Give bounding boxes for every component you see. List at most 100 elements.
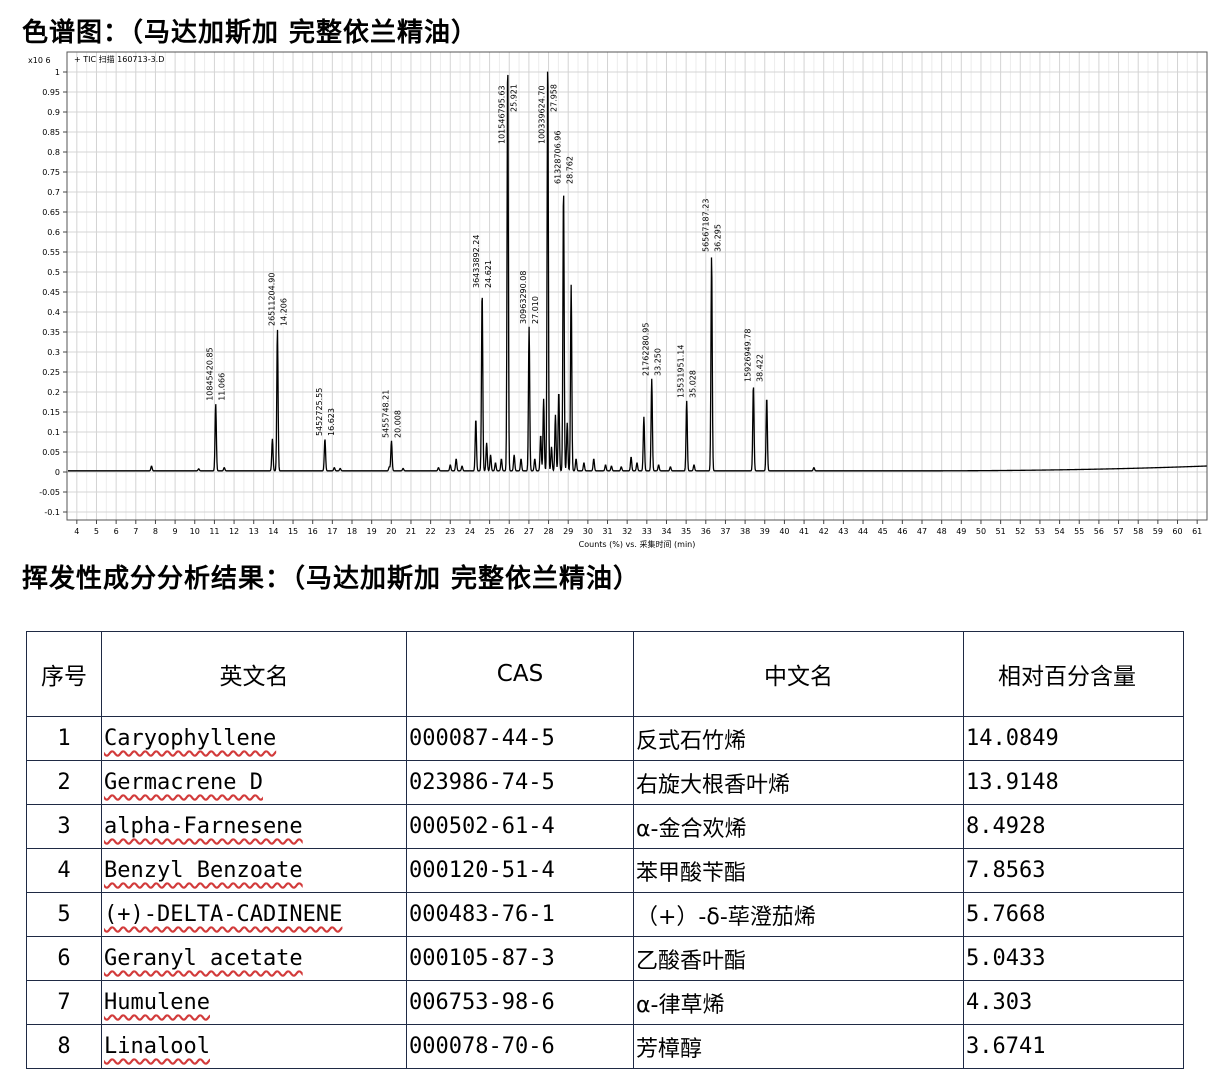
peak-rt-label: 11.066 bbox=[218, 373, 227, 401]
y-tick-label: -0.1 bbox=[44, 508, 60, 517]
peak-rt-label: 38.422 bbox=[755, 354, 764, 382]
x-tick-label: 48 bbox=[937, 527, 947, 536]
table-row: 7 Humulene 006753-98-6 α-律草烯 4.303 bbox=[26, 980, 1184, 1025]
peak-area-label: 10845420.85 bbox=[206, 347, 215, 400]
x-tick-label: 31 bbox=[602, 527, 612, 536]
x-tick-label: 11 bbox=[209, 527, 219, 536]
peak-rt-label: 35.028 bbox=[689, 370, 698, 398]
x-tick-label: 14 bbox=[268, 527, 278, 536]
y-tick-label: 0.25 bbox=[42, 368, 60, 377]
row-no: 6 bbox=[26, 936, 102, 981]
x-tick-label: 37 bbox=[720, 527, 730, 536]
peak-rt-label: 27.958 bbox=[550, 84, 559, 112]
y-tick-label: 0.45 bbox=[42, 288, 60, 297]
peak-rt-label: 27.010 bbox=[531, 296, 540, 324]
peak-area-label: 15926949.78 bbox=[743, 329, 752, 382]
row-cas: 000087-44-5 bbox=[406, 716, 634, 761]
row-english-name: Geranyl acetate bbox=[101, 936, 407, 981]
row-english-name: alpha-Farnesene bbox=[101, 804, 407, 849]
peak-annotation: 26511204.90 14.206 bbox=[267, 273, 288, 326]
row-relative-percent: 4.303 bbox=[963, 980, 1184, 1025]
row-relative-percent: 5.0433 bbox=[963, 936, 1184, 981]
peak-area-label: 61328706.96 bbox=[554, 131, 563, 184]
y-tick-label: 0.3 bbox=[47, 348, 60, 357]
x-tick-label: 54 bbox=[1054, 527, 1064, 536]
row-chinese-name: 芳樟醇 bbox=[633, 1024, 964, 1069]
x-tick-label: 25 bbox=[484, 527, 494, 536]
row-cas: 000078-70-6 bbox=[406, 1024, 634, 1069]
x-tick-label: 46 bbox=[897, 527, 907, 536]
y-tick-label: 0.95 bbox=[42, 88, 60, 97]
header-chinese-name: 中文名 bbox=[633, 631, 964, 717]
peak-annotation: 10845420.85 11.066 bbox=[206, 347, 227, 400]
peak-area-label: 56567187.23 bbox=[702, 199, 711, 252]
x-tick-label: 15 bbox=[288, 527, 298, 536]
x-axis: 4 5 6 7 8 9 10 11 12 13 14 15 16 17 18 19 20 21 22 23 24 25 26… bbox=[74, 520, 1202, 536]
x-tick-label: 19 bbox=[367, 527, 377, 536]
y-tick-label: 0.2 bbox=[47, 388, 60, 397]
x-tick-label: 40 bbox=[779, 527, 789, 536]
x-tick-label: 60 bbox=[1172, 527, 1182, 536]
row-chinese-name: 右旋大根香叶烯 bbox=[633, 760, 964, 805]
table-row: 8 Linalool 000078-70-6 芳樟醇 3.6741 bbox=[26, 1024, 1184, 1069]
peak-area-label: 5455748.21 bbox=[381, 390, 390, 438]
row-no: 7 bbox=[26, 980, 102, 1025]
table-row: 5 (+)-DELTA-CADINENE 000483-76-1 （+）-δ-荜澄茄烯… bbox=[26, 892, 1184, 937]
peak-annotation: 21762280.95 33.250 bbox=[642, 323, 663, 376]
x-tick-label: 13 bbox=[249, 527, 259, 536]
x-tick-label: 43 bbox=[838, 527, 848, 536]
row-chinese-name: α-律草烯 bbox=[633, 980, 964, 1025]
row-relative-percent: 3.6741 bbox=[963, 1024, 1184, 1069]
x-tick-label: 7 bbox=[133, 527, 138, 536]
row-relative-percent: 5.7668 bbox=[963, 892, 1184, 937]
x-tick-label: 41 bbox=[799, 527, 809, 536]
row-english-name: Germacrene D bbox=[101, 760, 407, 805]
peak-rt-label: 25.921 bbox=[510, 84, 519, 112]
x-tick-label: 23 bbox=[445, 527, 455, 536]
row-english-name: Linalool bbox=[101, 1024, 407, 1069]
peak-annotation: 61328706.96 28.762 bbox=[554, 131, 575, 184]
row-cas: 000502-61-4 bbox=[406, 804, 634, 849]
peak-rt-label: 33.250 bbox=[654, 348, 663, 376]
table-row: 4 Benzyl Benzoate 000120-51-4 苯甲酸苄酯 7.8563 bbox=[26, 848, 1184, 893]
row-cas: 000483-76-1 bbox=[406, 892, 634, 937]
x-tick-label: 55 bbox=[1074, 527, 1084, 536]
y-tick-label: 0.1 bbox=[47, 428, 60, 437]
y-tick-label: 0.4 bbox=[47, 308, 60, 317]
chromatogram-chart: x10 6 + TIC 扫描 160713-3.D 10.950.90.850.… bbox=[28, 51, 1208, 549]
y-tick-label: 1 bbox=[55, 68, 60, 77]
peak-annotation: 13531951.14 35.028 bbox=[677, 345, 698, 398]
table-row: 2 Germacrene D 023986-74-5 右旋大根香叶烯 13.9148 bbox=[26, 760, 1184, 805]
header-english-name: 英文名 bbox=[101, 631, 407, 717]
peak-annotation: 5455748.21 20.008 bbox=[381, 390, 402, 438]
row-english-name: Caryophyllene bbox=[101, 716, 407, 761]
header-relative-percent: 相对百分含量 bbox=[963, 631, 1184, 717]
x-tick-label: 45 bbox=[878, 527, 888, 536]
peak-area-label: 5452725.55 bbox=[315, 388, 324, 436]
y-tick-label: 0 bbox=[55, 468, 60, 477]
peak-annotation: 30963290.08 27.010 bbox=[519, 271, 540, 324]
peak-area-label: 13531951.14 bbox=[677, 345, 686, 398]
x-tick-label: 56 bbox=[1094, 527, 1104, 536]
row-no: 1 bbox=[26, 716, 102, 761]
peak-rt-label: 36.295 bbox=[714, 224, 723, 252]
y-tick-label: 0.55 bbox=[42, 248, 60, 257]
x-tick-label: 22 bbox=[426, 527, 436, 536]
peak-area-label: 101546795.63 bbox=[498, 85, 507, 144]
row-relative-percent: 14.0849 bbox=[963, 716, 1184, 761]
x-tick-label: 21 bbox=[406, 527, 416, 536]
x-tick-label: 26 bbox=[504, 527, 514, 536]
x-tick-label: 47 bbox=[917, 527, 927, 536]
row-english-name: (+)-DELTA-CADINENE bbox=[101, 892, 407, 937]
peak-rt-label: 14.206 bbox=[279, 298, 288, 326]
x-tick-label: 50 bbox=[976, 527, 986, 536]
x-tick-label: 27 bbox=[524, 527, 534, 536]
y-tick-label: -0.05 bbox=[39, 488, 60, 497]
x-tick-label: 8 bbox=[153, 527, 158, 536]
x-tick-label: 53 bbox=[1035, 527, 1045, 536]
chart-heading: 色谱图：（马达加斯加 完整依兰精油） bbox=[22, 18, 479, 48]
y-tick-label: 0.5 bbox=[47, 268, 60, 277]
table-header-row: 序号 英文名 CAS 中文名 相对百分含量 bbox=[26, 631, 1184, 717]
peak-area-label: 30963290.08 bbox=[519, 271, 528, 324]
x-tick-label: 51 bbox=[996, 527, 1006, 536]
